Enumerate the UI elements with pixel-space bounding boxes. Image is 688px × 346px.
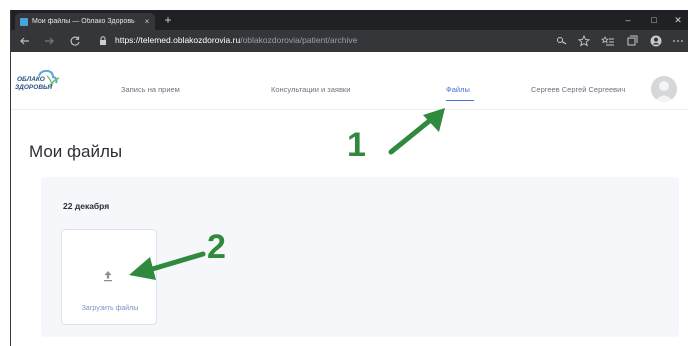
callout-arrow-1-icon	[388, 108, 445, 155]
nav-consultations[interactable]: Консультации и заявки	[271, 85, 350, 94]
back-arrow-icon	[20, 37, 29, 45]
site-logo[interactable]: ОБЛАКО ЗДОРОВЬЯ	[15, 66, 65, 96]
more-menu-button[interactable]	[671, 34, 685, 48]
browser-titlebar: Мои файлы — Облако Здоровь × + – □ ✕	[11, 10, 688, 30]
tab-close-button[interactable]: ×	[142, 17, 152, 26]
collections-button[interactable]	[625, 34, 639, 48]
url-host: https://telemed.oblakozdorovia.ru	[115, 35, 241, 45]
new-tab-button[interactable]: +	[161, 13, 175, 27]
site-header: ОБЛАКО ЗДОРОВЬЯ Запись на прием Консульт…	[11, 52, 688, 110]
star-icon	[577, 34, 591, 47]
reload-icon	[70, 36, 80, 46]
user-name[interactable]: Сергеев Сергей Сергеевич	[531, 85, 625, 94]
site-favicon-icon	[20, 17, 28, 26]
reload-button[interactable]	[67, 33, 83, 49]
logo-text-line1: ОБЛАКО	[17, 76, 45, 83]
forward-button[interactable]	[41, 33, 57, 49]
more-dots-icon	[673, 40, 683, 42]
maximize-button[interactable]: □	[641, 10, 667, 30]
lock-icon	[100, 36, 106, 45]
page-title: Мои файлы	[29, 142, 123, 161]
callout-number-1: 1	[347, 126, 366, 164]
callout-number-2: 2	[207, 228, 226, 266]
address-bar-url[interactable]: https://telemed.oblakozdorovia.ru/oblako…	[115, 35, 357, 45]
upload-files-label: Загрузить файлы	[81, 305, 139, 312]
search-key-icon	[557, 37, 567, 45]
nav-appointment[interactable]: Запись на прием	[121, 85, 180, 94]
url-path: /oblakozdorovia/patient/archive	[240, 35, 358, 45]
favorites-list-button[interactable]	[601, 34, 615, 48]
logo-text-line2: ЗДОРОВЬЯ	[15, 84, 53, 91]
browser-window: Мои файлы — Облако Здоровь × + – □ ✕ htt…	[10, 10, 688, 346]
upload-icon	[104, 271, 112, 282]
nav-files[interactable]: Файлы	[446, 85, 470, 94]
tab-title: Мои файлы — Облако Здоровь	[32, 18, 135, 25]
favorite-star-button[interactable]	[577, 34, 591, 48]
profile-button[interactable]	[649, 34, 663, 48]
collections-icon	[627, 35, 638, 46]
close-window-button[interactable]: ✕	[665, 10, 688, 30]
favorites-icon	[601, 36, 614, 46]
date-group-heading: 22 декабря	[63, 201, 110, 211]
browser-tab-active[interactable]: Мои файлы — Облако Здоровь ×	[15, 13, 155, 30]
forward-arrow-icon	[45, 37, 54, 45]
profile-icon	[650, 35, 662, 47]
search-page-button[interactable]	[555, 34, 569, 48]
callout-arrow-2-icon	[129, 251, 206, 280]
browser-toolbar: https://telemed.oblakozdorovia.ru/oblako…	[11, 30, 688, 52]
nav-files-active-indicator	[446, 100, 474, 101]
back-button[interactable]	[17, 33, 33, 49]
minimize-button[interactable]: –	[615, 10, 641, 30]
user-avatar-icon	[654, 81, 674, 102]
avatar[interactable]	[651, 76, 677, 102]
